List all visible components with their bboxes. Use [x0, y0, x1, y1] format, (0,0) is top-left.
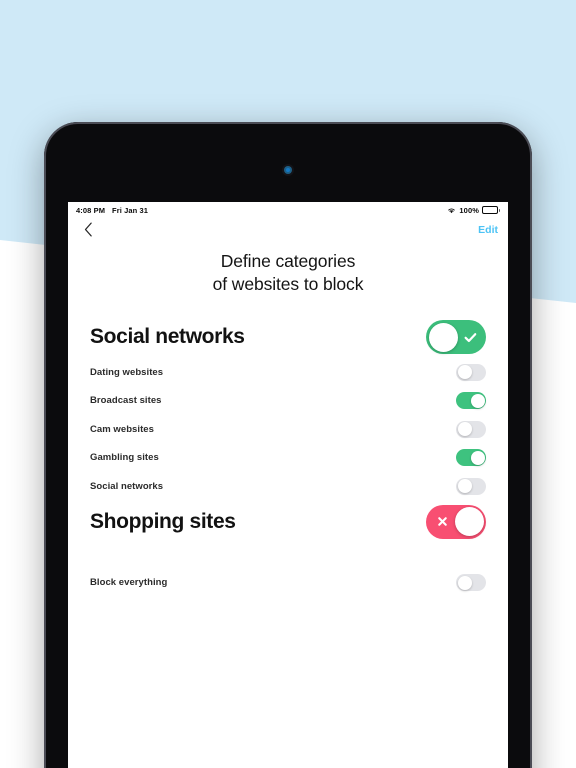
- toggle-knob: [470, 393, 485, 408]
- category-row-shopping-sites-major[interactable]: Shopping sites: [90, 501, 486, 543]
- category-label: Cam websites: [90, 423, 154, 435]
- status-time: 4:08 PM: [76, 205, 106, 215]
- category-sub-row-4[interactable]: Social networks: [90, 472, 486, 501]
- status-date: Fri Jan 31: [112, 205, 149, 215]
- back-button[interactable]: [76, 220, 100, 244]
- toggle-gambling-sites[interactable]: [456, 449, 486, 467]
- battery-cap: [498, 208, 500, 212]
- toggle-cam-websites[interactable]: [456, 420, 486, 438]
- toggle-knob: [457, 575, 472, 590]
- category-row-social-networks-major[interactable]: Social networks: [90, 316, 486, 358]
- category-label: Social networks: [90, 480, 164, 492]
- wifi-icon: [447, 207, 456, 214]
- category-subrows: Dating websites Broadcast sites Cam websit…: [90, 358, 486, 501]
- toggle-knob: [470, 450, 485, 465]
- chevron-left-icon: [84, 222, 93, 242]
- category-sub-row-3[interactable]: Gambling sites: [90, 444, 486, 473]
- ipad-device-frame: 4:08 PM Fri Jan 31 100% Edit Define cate…: [44, 122, 532, 768]
- toggle-block-everything[interactable]: [456, 574, 486, 592]
- toggle-knob: [428, 322, 458, 352]
- cross-icon: [429, 505, 455, 539]
- battery-percent-label: 100%: [459, 205, 479, 215]
- toggle-broadcast-sites[interactable]: [456, 392, 486, 410]
- page-title-line1: Define categories: [220, 251, 356, 271]
- category-label: Dating websites: [90, 366, 164, 378]
- status-bar: 4:08 PM Fri Jan 31 100%: [68, 202, 508, 218]
- toggle-knob: [454, 507, 484, 537]
- category-footer-row-0[interactable]: Block everything: [90, 569, 486, 598]
- check-icon: [457, 320, 483, 354]
- page-title: Define categories of websites to block: [68, 250, 508, 296]
- battery-icon: [482, 206, 500, 214]
- category-label: Social networks: [90, 325, 245, 349]
- toggle-shopping-sites-major[interactable]: [426, 504, 486, 539]
- page-title-line2: of websites to block: [212, 274, 364, 295]
- camera-lens-dot: [286, 168, 290, 172]
- toggle-social-networks[interactable]: [456, 477, 486, 495]
- device-screen: 4:08 PM Fri Jan 31 100% Edit Define cate…: [68, 202, 508, 768]
- category-label: Broadcast sites: [90, 395, 162, 407]
- status-bar-left: 4:08 PM Fri Jan 31: [76, 206, 148, 215]
- category-sub-row-2[interactable]: Cam websites: [90, 415, 486, 444]
- toggle-knob: [457, 479, 472, 494]
- category-sub-row-0[interactable]: Dating websites: [90, 358, 486, 387]
- category-label: Shopping sites: [90, 509, 236, 533]
- toggle-knob: [457, 422, 472, 437]
- front-camera-icon: [284, 166, 292, 174]
- battery-body: [482, 206, 498, 214]
- status-bar-right: 100%: [447, 206, 500, 215]
- category-footer-rows: Block everything: [90, 569, 486, 598]
- category-label: Block everything: [90, 577, 168, 589]
- edit-button[interactable]: Edit: [478, 224, 498, 236]
- category-label: Gambling sites: [90, 452, 159, 464]
- category-list: Social networks Dating websites Broadcast…: [68, 316, 508, 597]
- toggle-knob: [457, 365, 472, 380]
- toggle-social-networks-major[interactable]: [426, 320, 486, 355]
- navigation-bar: Edit: [68, 218, 508, 248]
- toggle-dating-websites[interactable]: [456, 363, 486, 381]
- category-sub-row-1[interactable]: Broadcast sites: [90, 387, 486, 416]
